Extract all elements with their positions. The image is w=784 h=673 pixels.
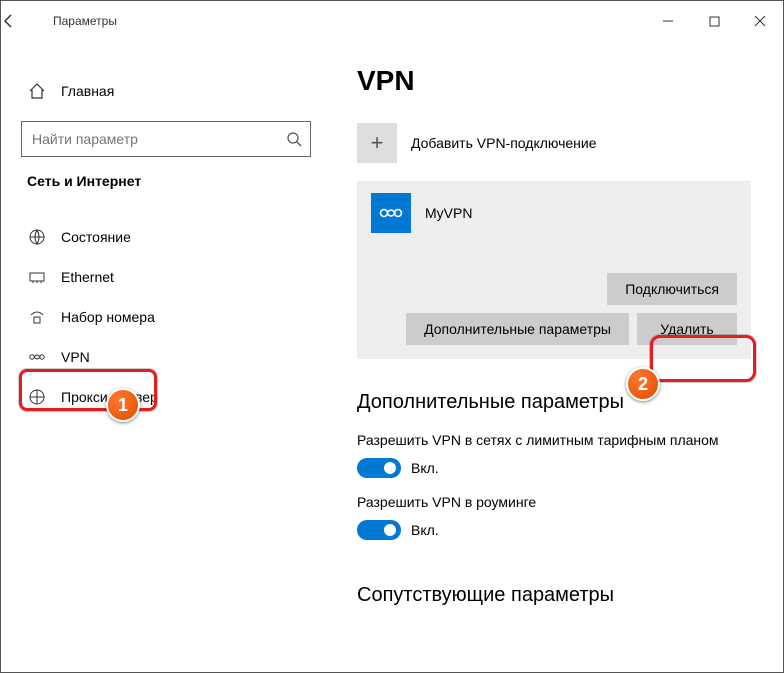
plus-icon: + [357, 123, 397, 163]
ethernet-icon [27, 267, 47, 287]
dialup-icon [27, 307, 47, 327]
nav-dialup[interactable]: Набор номера [21, 297, 317, 337]
content-area: VPN + Добавить VPN-подключение MyVPN Под… [331, 41, 783, 672]
toggle-roaming[interactable] [357, 520, 401, 540]
setting-label: Разрешить VPN в роуминге [357, 494, 751, 510]
sidebar: Главная Сеть и Интернет Состояние Ethern… [1, 41, 331, 672]
toggle-state: Вкл. [411, 460, 439, 476]
toggle-metered[interactable] [357, 458, 401, 478]
page-title: VPN [357, 65, 751, 97]
setting-metered: Разрешить VPN в сетях с лимитным тарифны… [357, 432, 751, 478]
advanced-button[interactable]: Дополнительные параметры [406, 313, 629, 345]
nav-proxy[interactable]: Прокси-сервер [21, 377, 317, 417]
vpn-connection-name: MyVPN [425, 205, 472, 221]
vpn-connection-card[interactable]: MyVPN Подключиться Дополнительные параме… [357, 181, 751, 359]
section-advanced-title: Дополнительные параметры [357, 391, 751, 414]
back-button[interactable] [1, 13, 41, 29]
section-related-title: Сопутствующие параметры [357, 584, 751, 607]
nav-item-label: Прокси-сервер [61, 389, 158, 405]
vpn-icon [27, 347, 47, 367]
add-vpn-row[interactable]: + Добавить VPN-подключение [357, 123, 751, 163]
sidebar-category: Сеть и Интернет [27, 173, 311, 189]
close-button[interactable] [737, 6, 783, 36]
proxy-icon [27, 387, 47, 407]
add-vpn-label: Добавить VPN-подключение [411, 135, 597, 151]
nav-home[interactable]: Главная [21, 71, 317, 111]
setting-roaming: Разрешить VPN в роуминге Вкл. [357, 494, 751, 540]
nav-vpn[interactable]: VPN [21, 337, 317, 377]
nav-status[interactable]: Состояние [21, 217, 317, 257]
search-icon [286, 131, 302, 147]
search-input-container[interactable] [21, 121, 311, 157]
delete-button[interactable]: Удалить [637, 313, 737, 345]
nav-home-label: Главная [61, 83, 114, 99]
connect-button[interactable]: Подключиться [607, 273, 737, 305]
vpn-connection-icon [371, 193, 411, 233]
nav-item-label: Состояние [61, 229, 131, 245]
nav-item-label: Ethernet [61, 269, 114, 285]
home-icon [27, 81, 47, 101]
maximize-button[interactable] [691, 6, 737, 36]
nav-ethernet[interactable]: Ethernet [21, 257, 317, 297]
toggle-state: Вкл. [411, 522, 439, 538]
nav-item-label: Набор номера [61, 309, 155, 325]
minimize-button[interactable] [645, 6, 691, 36]
globe-grid-icon [27, 227, 47, 247]
nav-item-label: VPN [61, 349, 90, 365]
search-input[interactable] [30, 130, 286, 148]
setting-label: Разрешить VPN в сетях с лимитным тарифны… [357, 432, 751, 448]
window-title: Параметры [41, 14, 117, 28]
